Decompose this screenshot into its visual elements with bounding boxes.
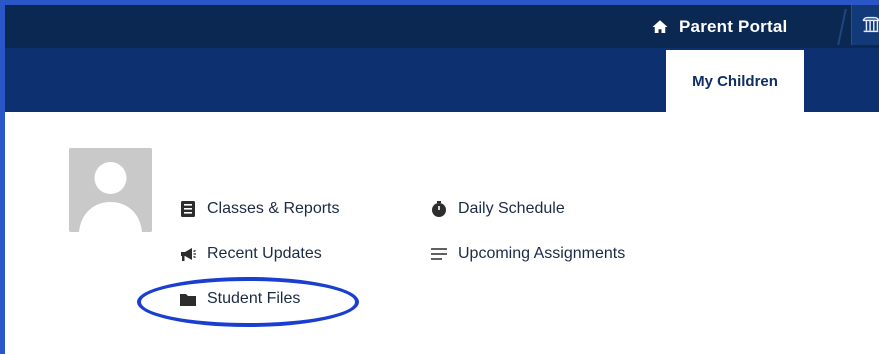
classes-reports-label: Classes & Reports bbox=[207, 200, 340, 217]
secondary-portal-tab[interactable] bbox=[851, 5, 879, 45]
stopwatch-icon bbox=[430, 200, 448, 218]
home-icon bbox=[651, 18, 669, 36]
megaphone-icon bbox=[179, 245, 197, 263]
app-frame: Parent Portal My Children Classes & Repo… bbox=[0, 0, 879, 354]
upcoming-assignments-label: Upcoming Assignments bbox=[458, 245, 626, 262]
parent-portal-label: Parent Portal bbox=[679, 16, 788, 36]
pillar-icon bbox=[862, 16, 879, 33]
recent-updates-label: Recent Updates bbox=[207, 245, 322, 262]
avatar bbox=[69, 148, 152, 232]
daily-schedule-label: Daily Schedule bbox=[458, 200, 565, 217]
highlight-ellipse bbox=[137, 277, 359, 327]
recent-updates-link[interactable]: Recent Updates bbox=[179, 244, 322, 264]
report-icon bbox=[179, 200, 197, 218]
daily-schedule-link[interactable]: Daily Schedule bbox=[430, 199, 565, 219]
parent-portal-link[interactable]: Parent Portal bbox=[625, 5, 845, 48]
tab-my-children[interactable]: My Children bbox=[666, 50, 804, 112]
main-content: Classes & Reports Recent Updates Student… bbox=[5, 112, 879, 354]
classes-reports-link[interactable]: Classes & Reports bbox=[179, 199, 340, 219]
list-icon bbox=[430, 245, 448, 263]
upcoming-assignments-link[interactable]: Upcoming Assignments bbox=[430, 244, 625, 264]
